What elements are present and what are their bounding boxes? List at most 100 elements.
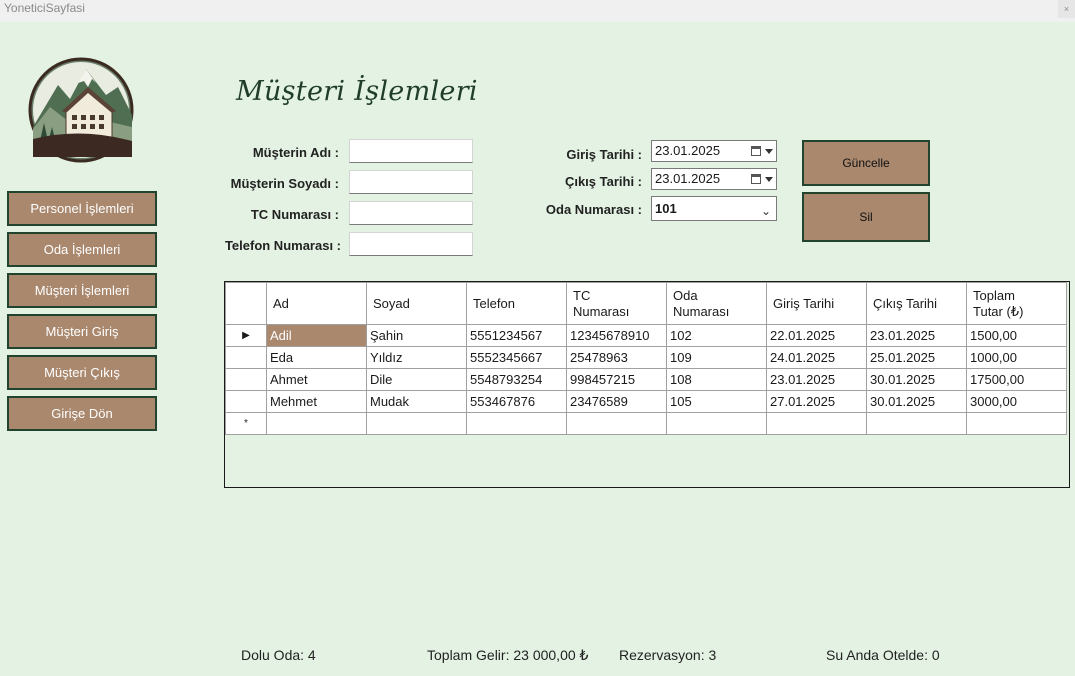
nav-personnel-button[interactable]: Personel İşlemleri bbox=[7, 191, 157, 226]
column-header-checkout-date[interactable]: Çıkış Tarihi bbox=[866, 282, 967, 325]
new-cell[interactable] bbox=[366, 412, 467, 435]
room-number-label: Oda Numarası : bbox=[545, 202, 642, 217]
row-header[interactable] bbox=[225, 368, 267, 391]
checkout-date-picker[interactable]: 23.01.2025 bbox=[651, 168, 777, 190]
cell-phone[interactable]: 5552345667 bbox=[466, 346, 567, 369]
chevron-down-icon: ⌄ bbox=[760, 204, 771, 218]
cell-checkin-date[interactable]: 23.01.2025 bbox=[766, 368, 867, 391]
phone-number-label: Telefon Numarası : bbox=[224, 238, 341, 253]
last-name-label: Müşterin Soyadı : bbox=[230, 176, 339, 191]
new-cell[interactable] bbox=[666, 412, 767, 435]
column-header-total-amount[interactable]: Toplam Tutar (₺) bbox=[966, 282, 1067, 325]
table-row[interactable]: Eda Yıldız 5552345667 25478963 109 24.01… bbox=[225, 346, 1067, 369]
customers-grid[interactable]: Ad Soyad Telefon TC Numarası Oda Numaras… bbox=[224, 281, 1070, 488]
column-header-tc-number[interactable]: TC Numarası bbox=[566, 282, 667, 325]
new-row-icon: * bbox=[225, 412, 267, 435]
chevron-down-icon bbox=[765, 149, 773, 154]
cell-checkout-date[interactable]: 23.01.2025 bbox=[866, 324, 967, 347]
cell-total-amount[interactable]: 3000,00 bbox=[966, 390, 1067, 413]
cell-room-number[interactable]: 109 bbox=[666, 346, 767, 369]
cell-phone[interactable]: 5551234567 bbox=[466, 324, 567, 347]
phone-number-input[interactable] bbox=[349, 232, 473, 256]
first-name-label: Müşterin Adı : bbox=[252, 145, 339, 160]
new-cell[interactable] bbox=[266, 412, 367, 435]
occupied-rooms-status: Dolu Oda: 4 bbox=[241, 647, 316, 663]
new-cell[interactable] bbox=[766, 412, 867, 435]
cell-room-number[interactable]: 108 bbox=[666, 368, 767, 391]
delete-button[interactable]: Sil bbox=[802, 192, 930, 242]
reservations-status: Rezervasyon: 3 bbox=[619, 647, 717, 663]
new-row[interactable]: * bbox=[225, 412, 1067, 435]
room-number-value: 101 bbox=[655, 201, 677, 216]
close-button[interactable]: × bbox=[1058, 0, 1075, 18]
cell-room-number[interactable]: 102 bbox=[666, 324, 767, 347]
row-header[interactable] bbox=[225, 346, 267, 369]
cell-checkout-date[interactable]: 30.01.2025 bbox=[866, 390, 967, 413]
column-header-phone[interactable]: Telefon bbox=[466, 282, 567, 325]
tc-number-label: TC Numarası : bbox=[250, 207, 339, 222]
cell-checkin-date[interactable]: 27.01.2025 bbox=[766, 390, 867, 413]
title-bar: YoneticiSayfasi × bbox=[0, 0, 1075, 22]
new-cell[interactable] bbox=[866, 412, 967, 435]
window-title: YoneticiSayfasi bbox=[4, 1, 85, 15]
checkin-date-label: Giriş Tarihi : bbox=[566, 147, 642, 162]
nav-customer-checkout-button[interactable]: Müşteri Çıkış bbox=[7, 355, 157, 390]
nav-rooms-button[interactable]: Oda İşlemleri bbox=[7, 232, 157, 267]
cell-last-name[interactable]: Dile bbox=[366, 368, 467, 391]
new-cell[interactable] bbox=[566, 412, 667, 435]
table-row[interactable]: ▶ Adil Şahin 5551234567 12345678910 102 … bbox=[225, 324, 1067, 347]
grid-header-row: Ad Soyad Telefon TC Numarası Oda Numaras… bbox=[225, 282, 1067, 325]
in-hotel-status: Su Anda Otelde: 0 bbox=[826, 647, 940, 663]
tc-number-input[interactable] bbox=[349, 201, 473, 225]
cell-checkout-date[interactable]: 30.01.2025 bbox=[866, 368, 967, 391]
cell-checkin-date[interactable]: 22.01.2025 bbox=[766, 324, 867, 347]
cell-phone[interactable]: 5548793254 bbox=[466, 368, 567, 391]
cell-tc-number[interactable]: 12345678910 bbox=[566, 324, 667, 347]
checkin-date-picker[interactable]: 23.01.2025 bbox=[651, 140, 777, 162]
cell-last-name[interactable]: Yıldız bbox=[366, 346, 467, 369]
customers-table: Ad Soyad Telefon TC Numarası Oda Numaras… bbox=[225, 282, 1067, 435]
grid-corner-header bbox=[225, 282, 267, 325]
cell-checkout-date[interactable]: 25.01.2025 bbox=[866, 346, 967, 369]
cell-tc-number[interactable]: 998457215 bbox=[566, 368, 667, 391]
room-number-select[interactable]: 101 ⌄ bbox=[651, 196, 777, 221]
row-header[interactable] bbox=[225, 390, 267, 413]
column-header-last-name[interactable]: Soyad bbox=[366, 282, 467, 325]
last-name-input[interactable] bbox=[349, 170, 473, 194]
new-cell[interactable] bbox=[466, 412, 567, 435]
new-cell[interactable] bbox=[966, 412, 1067, 435]
cell-phone[interactable]: 553467876 bbox=[466, 390, 567, 413]
column-header-room-number[interactable]: Oda Numarası bbox=[666, 282, 767, 325]
cell-last-name[interactable]: Mudak bbox=[366, 390, 467, 413]
cell-total-amount[interactable]: 1500,00 bbox=[966, 324, 1067, 347]
first-name-input[interactable] bbox=[349, 139, 473, 163]
cell-room-number[interactable]: 105 bbox=[666, 390, 767, 413]
cell-total-amount[interactable]: 1000,00 bbox=[966, 346, 1067, 369]
calendar-icon bbox=[751, 146, 761, 156]
cell-total-amount[interactable]: 17500,00 bbox=[966, 368, 1067, 391]
calendar-icon bbox=[751, 174, 761, 184]
checkin-date-value: 23.01.2025 bbox=[655, 143, 721, 158]
cell-first-name[interactable]: Ahmet bbox=[266, 368, 367, 391]
cell-tc-number[interactable]: 25478963 bbox=[566, 346, 667, 369]
cell-first-name[interactable]: Eda bbox=[266, 346, 367, 369]
nav-customers-button[interactable]: Müşteri İşlemleri bbox=[7, 273, 157, 308]
checkout-date-label: Çıkış Tarihi : bbox=[564, 174, 642, 189]
cell-checkin-date[interactable]: 24.01.2025 bbox=[766, 346, 867, 369]
total-revenue-status: Toplam Gelir: 23 000,00 ₺ bbox=[427, 647, 589, 663]
checkout-date-value: 23.01.2025 bbox=[655, 171, 721, 186]
cell-last-name[interactable]: Şahin bbox=[366, 324, 467, 347]
nav-customer-checkin-button[interactable]: Müşteri Giriş bbox=[7, 314, 157, 349]
cell-first-name[interactable]: Mehmet bbox=[266, 390, 367, 413]
cell-first-name[interactable]: Adil bbox=[266, 324, 367, 347]
mountain-house-logo bbox=[28, 57, 134, 163]
nav-back-to-login-button[interactable]: Girişe Dön bbox=[7, 396, 157, 431]
cell-tc-number[interactable]: 23476589 bbox=[566, 390, 667, 413]
column-header-checkin-date[interactable]: Giriş Tarihi bbox=[766, 282, 867, 325]
table-row[interactable]: Ahmet Dile 5548793254 998457215 108 23.0… bbox=[225, 368, 1067, 391]
page-title: Müşteri İşlemleri bbox=[236, 76, 478, 107]
column-header-first-name[interactable]: Ad bbox=[266, 282, 367, 325]
row-pointer-icon: ▶ bbox=[225, 324, 267, 347]
table-row[interactable]: Mehmet Mudak 553467876 23476589 105 27.0… bbox=[225, 390, 1067, 413]
update-button[interactable]: Güncelle bbox=[802, 140, 930, 186]
